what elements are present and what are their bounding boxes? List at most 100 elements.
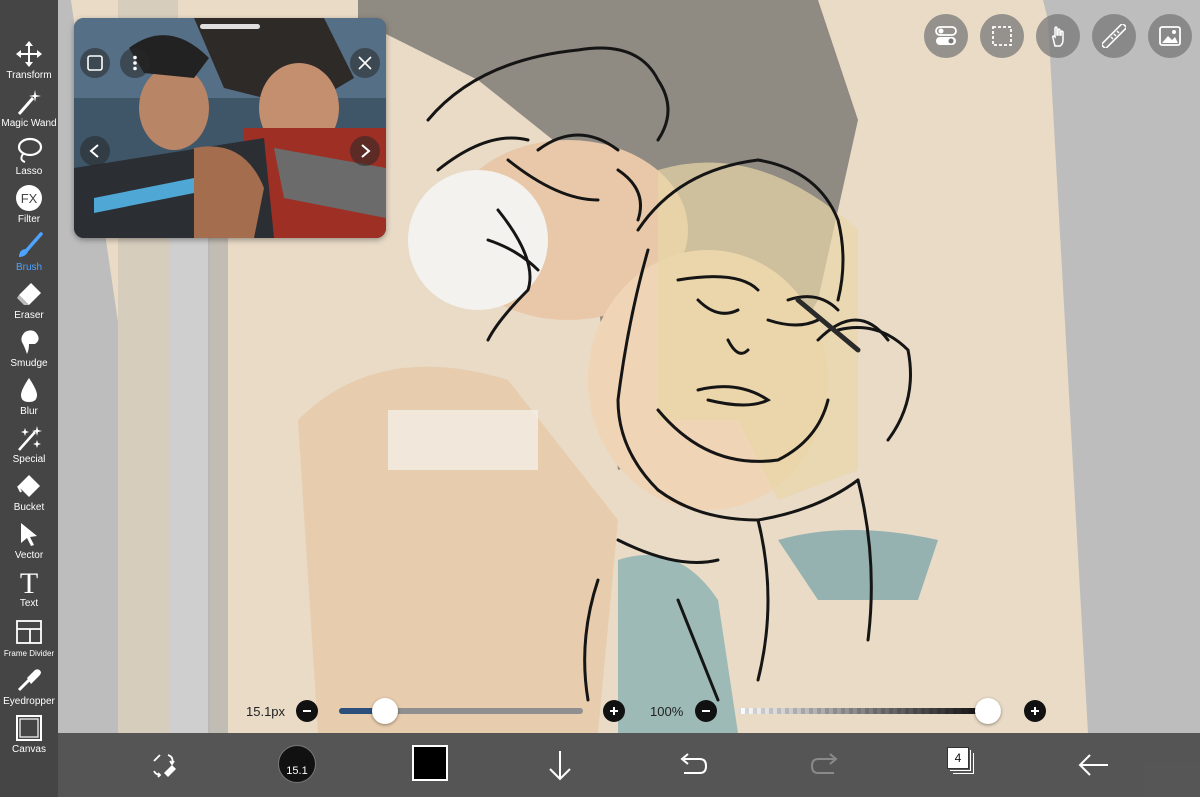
undo-icon [680, 753, 708, 774]
eyedropper-icon [17, 669, 41, 692]
quick-selection-button[interactable] [980, 14, 1024, 58]
filter-fx-icon: FX [16, 185, 42, 211]
reference-close-button[interactable] [350, 48, 380, 78]
reference-prev-button[interactable] [80, 136, 110, 166]
tool-label: Blur [20, 406, 38, 417]
download-arrow-icon [549, 751, 571, 781]
quick-touch-button[interactable] [1036, 14, 1080, 58]
smudge-icon [21, 330, 39, 354]
tool-smudge[interactable]: Smudge [0, 326, 58, 374]
quick-image-button[interactable] [1148, 14, 1192, 58]
touch-hand-icon [1051, 26, 1064, 47]
bottom-toolbar: 15.1 4 [58, 733, 1200, 797]
current-color-swatch[interactable] [412, 745, 448, 781]
selection-icon [992, 26, 1012, 46]
tool-vector[interactable]: Vector [0, 518, 58, 566]
tool-magic-wand[interactable]: Magic Wand [0, 86, 58, 134]
cursor-arrow-icon [21, 523, 37, 546]
image-icon [1159, 26, 1181, 46]
toggle-icon [935, 26, 957, 45]
transform-icon [16, 41, 42, 67]
plus-icon [1031, 707, 1039, 715]
svg-text:FX: FX [21, 191, 38, 206]
opacity-thumb[interactable] [975, 698, 1001, 724]
brush-preview-button[interactable]: 15.1 [278, 745, 316, 783]
opacity-slider[interactable] [737, 698, 1001, 724]
blur-drop-icon [21, 378, 37, 402]
opacity-readout: 100% [650, 704, 684, 719]
swap-colors-icon [153, 754, 176, 778]
back-arrow-icon [1078, 754, 1108, 776]
tool-eyedropper[interactable]: Eyedropper [0, 664, 58, 712]
tool-label: Vector [14, 550, 44, 561]
brush-icon [19, 232, 43, 257]
bucket-icon [17, 475, 40, 497]
quick-toggle-button[interactable] [924, 14, 968, 58]
brush-size-slider[interactable] [339, 698, 583, 724]
tool-label: Frame Divider [3, 649, 55, 658]
tool-blur[interactable]: Blur [0, 374, 58, 422]
tool-special[interactable]: Special [0, 422, 58, 470]
tool-label: Smudge [10, 358, 48, 369]
opacity-gradient-track [737, 708, 1001, 714]
lasso-icon [17, 137, 43, 163]
canvas-icon [16, 715, 42, 741]
quick-ruler-button[interactable] [1092, 14, 1136, 58]
tool-frame-divider[interactable]: Frame Divider [0, 616, 58, 664]
tool-sidebar: Transform Magic Wand Lasso FX Filter Bru… [0, 0, 58, 797]
redo-button[interactable] [804, 743, 848, 787]
tool-eraser[interactable]: Eraser [0, 278, 58, 326]
brush-size-readout: 15.1px [246, 704, 286, 719]
minus-icon [303, 710, 311, 712]
tool-label: Brush [15, 262, 43, 273]
reference-image [74, 18, 386, 238]
tool-label: Special [12, 454, 46, 465]
prev-arrow-icon [89, 144, 99, 158]
ruler-icon [1102, 24, 1126, 48]
more-icon [133, 55, 137, 71]
close-icon [358, 56, 372, 70]
expand-icon [87, 55, 103, 71]
text-t-icon: T [20, 568, 38, 596]
reference-next-button[interactable] [350, 136, 380, 166]
tool-text[interactable]: T Text [0, 566, 58, 614]
layer-count: 4 [947, 747, 969, 769]
plus-icon [610, 707, 618, 715]
svg-text:T: T [20, 568, 38, 596]
tool-filter[interactable]: FX Filter [0, 182, 58, 230]
tool-transform[interactable]: Transform [0, 38, 58, 86]
brush-size-increase-button[interactable] [603, 700, 625, 722]
tool-label: Text [19, 598, 39, 609]
tool-brush[interactable]: Brush [0, 230, 58, 278]
reference-more-button[interactable] [120, 48, 150, 78]
minus-icon [702, 710, 710, 712]
reference-image-window[interactable] [74, 18, 386, 238]
brush-size-label: 15.1 [286, 765, 308, 777]
tool-lasso[interactable]: Lasso [0, 134, 58, 182]
tool-label: Eyedropper [3, 696, 55, 707]
back-button[interactable] [1072, 743, 1116, 787]
opacity-decrease-button[interactable] [695, 700, 717, 722]
magic-wand-icon [17, 90, 41, 115]
tool-label: Lasso [15, 166, 43, 177]
tool-label: Filter [17, 214, 41, 225]
layers-button[interactable]: 4 [947, 747, 974, 774]
sparkle-icon [18, 426, 42, 451]
reference-expand-button[interactable] [80, 48, 110, 78]
tool-bucket[interactable]: Bucket [0, 470, 58, 518]
brush-size-decrease-button[interactable] [296, 700, 318, 722]
next-arrow-icon [361, 144, 371, 158]
undo-button[interactable] [670, 743, 714, 787]
tool-label: Eraser [14, 310, 44, 321]
tool-label: Magic Wand [1, 118, 57, 129]
redo-icon [810, 753, 838, 774]
swap-colors-button[interactable] [142, 743, 186, 787]
reference-grab-handle[interactable] [200, 24, 260, 29]
tool-label: Transform [6, 70, 52, 81]
tool-label: Canvas [12, 744, 46, 755]
tool-canvas[interactable]: Canvas [0, 712, 58, 760]
opacity-increase-button[interactable] [1024, 700, 1046, 722]
frame-divider-icon [16, 620, 42, 644]
tool-label: Bucket [13, 502, 45, 513]
download-button[interactable] [538, 743, 582, 787]
